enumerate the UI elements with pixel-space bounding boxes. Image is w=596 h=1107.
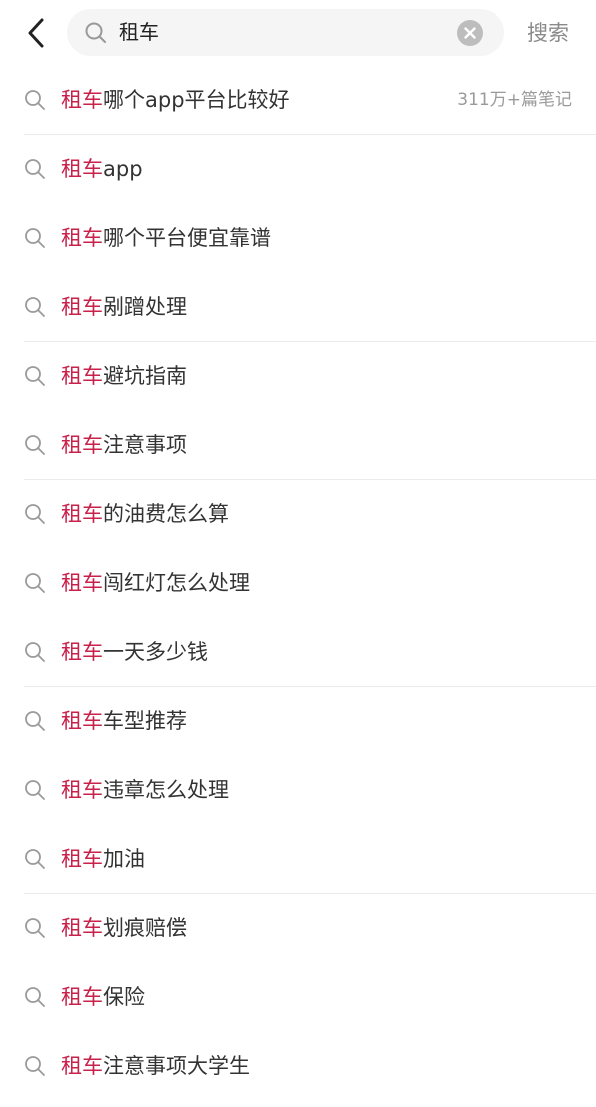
suggestion-text: 租车的油费怎么算	[61, 480, 229, 549]
suggestion-rest: 注意事项大学生	[103, 1054, 250, 1078]
suggestion-item[interactable]: 租车划痕赔偿	[0, 894, 596, 963]
search-icon	[85, 22, 106, 43]
suggestion-rest: 避坑指南	[103, 364, 187, 388]
suggestion-text: 租车保险	[61, 963, 145, 1032]
suggestion-text: 租车车型推荐	[61, 687, 187, 756]
suggestion-item[interactable]: 租车注意事项	[0, 411, 596, 480]
suggestion-highlight: 租车	[61, 157, 103, 181]
search-icon	[25, 504, 45, 524]
search-icon	[25, 1056, 45, 1076]
search-icon	[25, 573, 45, 593]
search-button[interactable]: 搜索	[518, 16, 578, 50]
suggestion-rest: 加油	[103, 847, 145, 871]
search-icon	[25, 297, 45, 317]
suggestion-item[interactable]: 租车车型推荐	[0, 687, 596, 756]
suggestion-highlight: 租车	[61, 1054, 103, 1078]
suggestion-text: 租车剐蹭处理	[61, 273, 187, 342]
suggestion-rest: 注意事项	[103, 433, 187, 457]
suggestion-item[interactable]: 租车一天多少钱	[0, 618, 596, 687]
suggestion-highlight: 租车	[61, 226, 103, 250]
search-icon	[25, 435, 45, 455]
suggestion-text: 租车app	[61, 135, 143, 204]
suggestion-rest: 哪个平台便宜靠谱	[103, 226, 271, 250]
suggestion-rest: app	[103, 157, 143, 181]
suggestion-highlight: 租车	[61, 364, 103, 388]
suggestion-rest: 违章怎么处理	[103, 778, 229, 802]
suggestion-highlight: 租车	[61, 88, 103, 112]
suggestion-text: 租车划痕赔偿	[61, 894, 187, 963]
search-icon	[25, 849, 45, 869]
back-button[interactable]	[18, 12, 58, 54]
search-icon	[25, 918, 45, 938]
suggestion-highlight: 租车	[61, 985, 103, 1009]
suggestion-text: 租车哪个app平台比较好	[61, 66, 290, 135]
suggestion-text: 租车避坑指南	[61, 342, 187, 411]
suggestion-item[interactable]: 租车哪个平台便宜靠谱	[0, 204, 596, 273]
suggestion-list: 租车哪个app平台比较好 311万+篇笔记 租车app 租车哪个平台便宜靠谱 租…	[0, 66, 596, 1101]
search-input[interactable]	[119, 9, 449, 56]
suggestion-item[interactable]: 租车剐蹭处理	[0, 273, 596, 342]
suggestion-text: 租车注意事项大学生	[61, 1032, 250, 1101]
suggestion-text: 租车哪个平台便宜靠谱	[61, 204, 271, 273]
suggestion-highlight: 租车	[61, 295, 103, 319]
suggestion-text: 租车注意事项	[61, 411, 187, 480]
note-count: 311万+篇笔记	[457, 90, 572, 110]
suggestion-item[interactable]: 租车违章怎么处理	[0, 756, 596, 825]
search-icon	[25, 90, 45, 110]
suggestion-rest: 车型推荐	[103, 709, 187, 733]
suggestion-rest: 一天多少钱	[103, 640, 208, 664]
clear-search-button[interactable]	[457, 20, 483, 46]
suggestion-rest: 的油费怎么算	[103, 502, 229, 526]
suggestion-rest: 剐蹭处理	[103, 295, 187, 319]
chevron-left-icon	[28, 18, 44, 48]
search-icon	[25, 228, 45, 248]
suggestion-item[interactable]: 租车加油	[0, 825, 596, 894]
suggestion-item[interactable]: 租车的油费怎么算	[0, 480, 596, 549]
suggestion-item[interactable]: 租车闯红灯怎么处理	[0, 549, 596, 618]
suggestion-rest: 保险	[103, 985, 145, 1009]
suggestion-highlight: 租车	[61, 433, 103, 457]
suggestion-highlight: 租车	[61, 571, 103, 595]
search-icon	[25, 159, 45, 179]
search-icon	[25, 642, 45, 662]
suggestion-text: 租车加油	[61, 825, 145, 894]
suggestion-text: 租车违章怎么处理	[61, 756, 229, 825]
suggestion-text: 租车闯红灯怎么处理	[61, 549, 250, 618]
search-box[interactable]	[67, 9, 504, 56]
suggestion-rest: 哪个app平台比较好	[103, 88, 290, 112]
suggestion-item[interactable]: 租车哪个app平台比较好 311万+篇笔记	[0, 66, 596, 135]
suggestion-text: 租车一天多少钱	[61, 618, 208, 687]
suggestion-highlight: 租车	[61, 502, 103, 526]
search-icon	[25, 366, 45, 386]
search-icon	[25, 987, 45, 1007]
suggestion-item[interactable]: 租车保险	[0, 963, 596, 1032]
search-icon	[25, 780, 45, 800]
suggestion-highlight: 租车	[61, 778, 103, 802]
suggestion-highlight: 租车	[61, 916, 103, 940]
suggestion-item[interactable]: 租车注意事项大学生	[0, 1032, 596, 1101]
search-icon	[25, 711, 45, 731]
suggestion-rest: 闯红灯怎么处理	[103, 571, 250, 595]
suggestion-highlight: 租车	[61, 847, 103, 871]
suggestion-highlight: 租车	[61, 709, 103, 733]
suggestion-highlight: 租车	[61, 640, 103, 664]
close-circle-icon	[464, 27, 476, 39]
suggestion-item[interactable]: 租车app	[0, 135, 596, 204]
suggestion-item[interactable]: 租车避坑指南	[0, 342, 596, 411]
search-header: 搜索	[0, 0, 596, 66]
suggestion-rest: 划痕赔偿	[103, 916, 187, 940]
